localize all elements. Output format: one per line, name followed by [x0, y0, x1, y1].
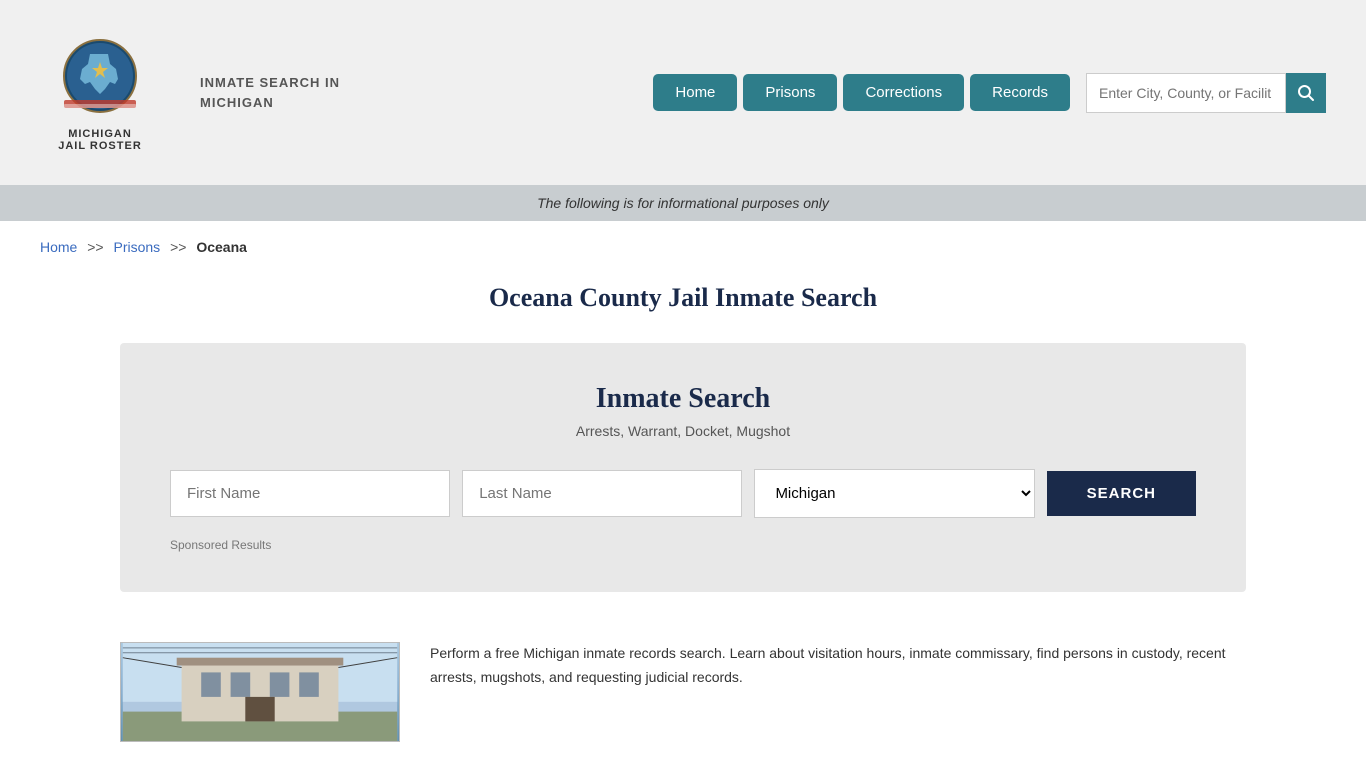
site-subtitle: INMATE SEARCH INMICHIGAN: [200, 73, 340, 112]
breadcrumb-home-link[interactable]: Home: [40, 239, 77, 255]
state-select[interactable]: Michigan Alabama Alaska Arizona Californ…: [754, 469, 1034, 518]
first-name-input[interactable]: [170, 470, 450, 517]
home-nav-button[interactable]: Home: [653, 74, 737, 111]
bottom-description: Perform a free Michigan inmate records s…: [430, 642, 1246, 690]
logo-image: [60, 34, 140, 124]
breadcrumb-sep-1: >>: [87, 239, 103, 255]
header-search-input[interactable]: [1086, 73, 1286, 113]
search-icon: [1297, 84, 1315, 102]
header-search-button[interactable]: [1286, 73, 1326, 113]
search-card: Inmate Search Arrests, Warrant, Docket, …: [120, 343, 1246, 592]
bottom-section: Perform a free Michigan inmate records s…: [0, 622, 1366, 762]
search-fields: Michigan Alabama Alaska Arizona Californ…: [170, 469, 1196, 518]
header-search-wrap: [1086, 73, 1326, 113]
search-submit-button[interactable]: SEARCH: [1047, 471, 1196, 516]
search-card-title: Inmate Search: [170, 383, 1196, 415]
records-nav-button[interactable]: Records: [970, 74, 1070, 111]
last-name-input[interactable]: [462, 470, 742, 517]
info-bar: The following is for informational purpo…: [0, 185, 1366, 221]
page-title: Oceana County Jail Inmate Search: [40, 283, 1326, 313]
logo-title: MICHIGANJAIL ROSTER: [58, 128, 142, 152]
search-card-subtitle: Arrests, Warrant, Docket, Mugshot: [170, 423, 1196, 439]
breadcrumb-current: Oceana: [196, 239, 247, 255]
breadcrumb-sep-2: >>: [170, 239, 186, 255]
breadcrumb-prisons-link[interactable]: Prisons: [114, 239, 161, 255]
page-title-wrap: Oceana County Jail Inmate Search: [0, 273, 1366, 343]
prisons-nav-button[interactable]: Prisons: [743, 74, 837, 111]
corrections-nav-button[interactable]: Corrections: [843, 74, 964, 111]
site-header: MICHIGANJAIL ROSTER INMATE SEARCH INMICH…: [0, 0, 1366, 185]
logo-area: MICHIGANJAIL ROSTER: [40, 34, 160, 152]
breadcrumb: Home >> Prisons >> Oceana: [0, 221, 1366, 273]
header-nav: Home Prisons Corrections Records: [653, 73, 1326, 113]
bottom-image: [120, 642, 400, 742]
sponsored-label: Sponsored Results: [170, 538, 1196, 552]
